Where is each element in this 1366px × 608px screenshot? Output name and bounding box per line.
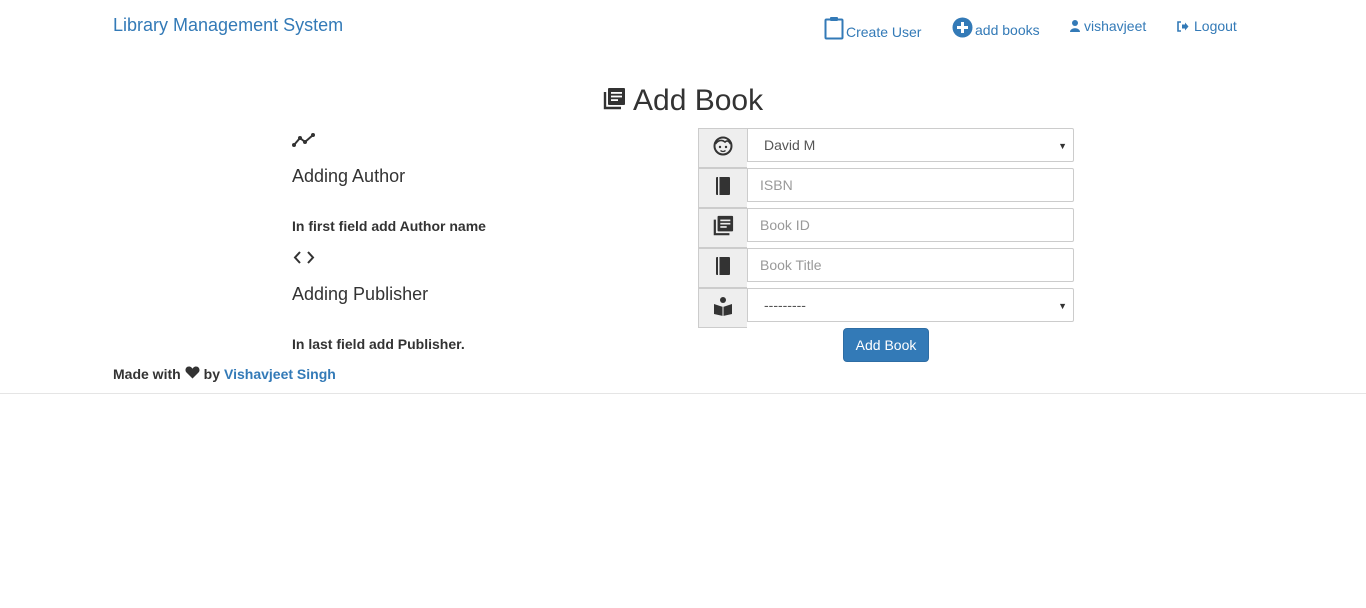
publisher-row: --------- ▼ — [698, 288, 1074, 328]
help-author-heading: Adding Author — [292, 166, 406, 186]
user-icon — [1070, 20, 1080, 32]
face-icon — [713, 136, 733, 161]
footer-divider — [0, 393, 1366, 394]
isbn-input[interactable] — [747, 168, 1074, 202]
code-icon — [293, 250, 315, 270]
nav-username: vishavjeet — [1084, 18, 1147, 34]
heart-icon — [185, 366, 200, 382]
reader-icon — [713, 296, 733, 321]
author-select[interactable]: David M ▼ — [747, 128, 1074, 162]
book-icon — [715, 256, 731, 281]
book-icon — [715, 176, 731, 201]
nav-create-user[interactable]: Create User — [824, 16, 921, 40]
book-title-row — [698, 248, 1074, 288]
publisher-addon — [698, 288, 747, 328]
clipboard-icon — [824, 16, 844, 40]
nav-create-user-label: Create User — [846, 24, 922, 40]
chevron-down-icon: ▼ — [1058, 301, 1067, 311]
help-publisher-text: In last field add Publisher. — [292, 336, 465, 352]
nav-add-books-label: add books — [975, 22, 1040, 38]
publisher-selected-value: --------- — [764, 297, 806, 313]
author-row: David M ▼ — [698, 128, 1074, 168]
page-title-text: Add Book — [633, 84, 764, 117]
logout-icon — [1177, 20, 1189, 32]
footer-made-with: Made with — [113, 366, 181, 382]
book-id-addon — [698, 208, 747, 248]
publisher-select[interactable]: --------- ▼ — [747, 288, 1074, 322]
stats-line-icon — [292, 132, 316, 153]
book-list-icon — [603, 84, 626, 118]
book-id-row — [698, 208, 1074, 248]
help-author-text: In first field add Author name — [292, 218, 486, 234]
brand-link[interactable]: Library Management System — [113, 15, 343, 36]
page-title: Add Book — [603, 84, 763, 118]
author-addon — [698, 128, 747, 168]
footer-author-link[interactable]: Vishavjeet Singh — [224, 366, 336, 382]
nav-add-books[interactable]: add books — [952, 17, 1040, 38]
chevron-down-icon: ▼ — [1058, 141, 1067, 151]
isbn-addon — [698, 168, 747, 208]
nav-logout[interactable]: Logout — [1177, 18, 1237, 34]
isbn-row — [698, 168, 1074, 208]
nav-user-profile[interactable]: vishavjeet — [1070, 18, 1146, 34]
book-list-icon — [713, 215, 734, 241]
help-publisher-heading: Adding Publisher — [292, 284, 429, 304]
book-title-addon — [698, 248, 747, 288]
author-selected-value: David M — [764, 137, 816, 153]
nav-logout-label: Logout — [1194, 18, 1237, 34]
footer: Made with by Vishavjeet Singh — [113, 366, 336, 382]
book-id-input[interactable] — [747, 208, 1074, 242]
plus-circle-icon — [952, 17, 973, 38]
book-title-input[interactable] — [747, 248, 1074, 282]
footer-by: by — [203, 366, 221, 382]
add-book-button[interactable]: Add Book — [843, 328, 929, 362]
navbar: Library Management System Create User ad… — [0, 0, 1366, 56]
